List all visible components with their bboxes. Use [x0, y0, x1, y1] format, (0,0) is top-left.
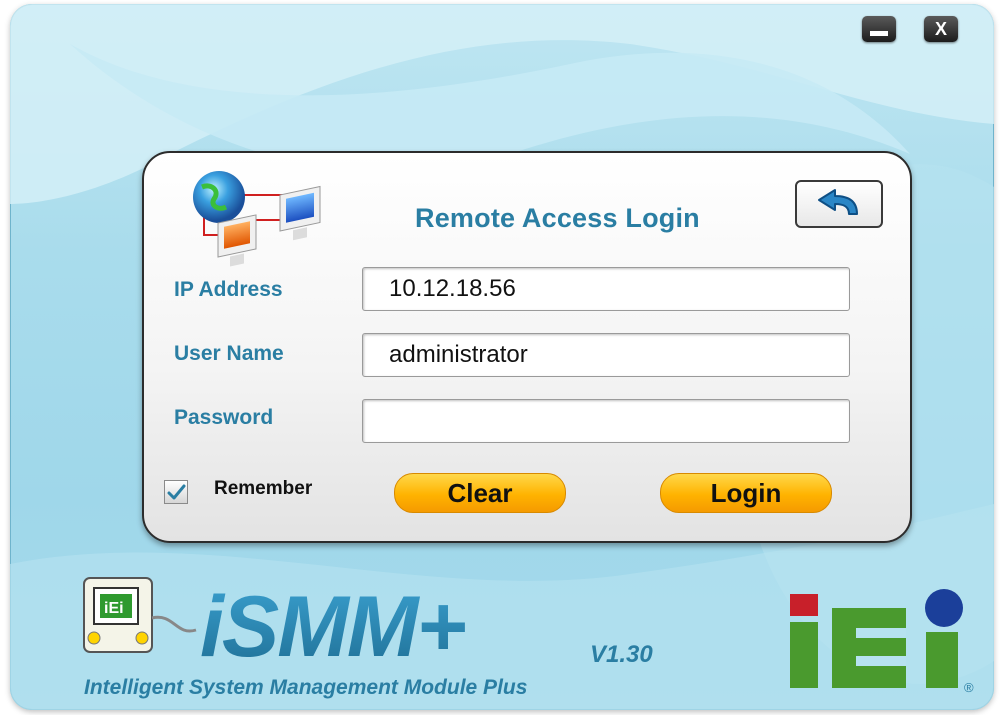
clear-button[interactable]: Clear [394, 473, 566, 513]
login-panel: Remote Access Login IP Address User Name… [142, 151, 912, 543]
user-name-input[interactable] [362, 333, 850, 377]
ismm-logo: iEi iSMM+ [83, 577, 468, 672]
remember-checkbox[interactable] [164, 480, 188, 504]
iei-company-logo: ® [790, 589, 974, 695]
password-label: Password [174, 406, 274, 429]
user-name-label: User Name [174, 342, 284, 365]
registered-mark: ® [964, 680, 974, 695]
login-button[interactable]: Login [660, 473, 832, 513]
checkmark-icon [167, 484, 186, 500]
close-icon: X [934, 18, 947, 39]
password-input[interactable] [362, 399, 850, 443]
version-label: V1.30 [590, 641, 653, 668]
page-title: Remote Access Login [415, 203, 700, 233]
product-subtitle: Intelligent System Management Module Plu… [84, 676, 528, 699]
ismm-wordmark: iSMM+ [200, 579, 466, 672]
svg-text:iEi: iEi [104, 600, 124, 617]
ip-address-input[interactable] [362, 267, 850, 311]
back-arrow-icon [818, 189, 858, 215]
app-window: X Remote Access Login IP Address 10.12.1… [10, 4, 994, 710]
minimize-button[interactable] [862, 16, 896, 42]
ip-address-label: IP Address [174, 278, 283, 301]
back-button[interactable] [795, 180, 883, 228]
remember-label: Remember [214, 478, 313, 499]
close-button[interactable]: X [924, 16, 958, 42]
network-icon [193, 171, 321, 267]
minimize-icon [870, 30, 888, 36]
